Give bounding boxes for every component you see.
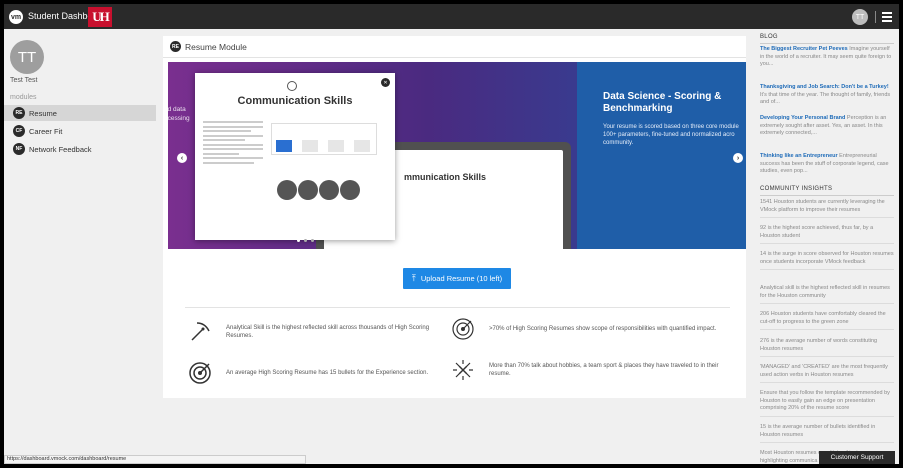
pickaxe-icon: [191, 322, 210, 341]
current-slide: Data Science - Scoring & Benchmarking Yo…: [577, 62, 746, 249]
blog-post-title[interactable]: Thanksgiving and Job Search: Don't be a …: [760, 84, 889, 90]
sidebar-item-network-feedback[interactable]: NF Network Feedback: [4, 141, 156, 157]
module-header: RE Resume Module: [163, 36, 746, 58]
resume-badge-icon: RE: [13, 107, 25, 119]
blog-post-title[interactable]: Developing Your Personal Brand: [760, 115, 845, 121]
community-insight: Analytical skill is the highest reflecte…: [760, 285, 894, 304]
blog-post-title[interactable]: The Biggest Recruiter Pet Peeves: [760, 46, 848, 52]
sidebar-item-resume[interactable]: RE Resume: [4, 105, 156, 121]
insight-item: Analytical Skill is the highest reflecte…: [188, 320, 443, 344]
slide-text: Your resume is scored based on three cor…: [603, 124, 739, 146]
preview-bar: [354, 140, 370, 152]
close-icon: ✕: [381, 78, 390, 87]
insight-text: Analytical Skill is the highest reflecte…: [226, 325, 430, 339]
sidebar-item-label: Resume: [29, 108, 57, 118]
community-insight: 206 Houston students have comfortably cl…: [760, 311, 894, 330]
gear-icon: [287, 81, 297, 91]
laptop-screen-title: mmunication Skills: [404, 172, 487, 182]
hamburger-menu-icon[interactable]: [882, 12, 892, 22]
user-avatar: TT: [10, 40, 44, 74]
career-fit-badge-icon: CF: [13, 125, 25, 137]
vmock-logo[interactable]: vm: [9, 10, 23, 24]
slide-title: Data Science - Scoring & Benchmarking: [603, 91, 722, 114]
preview-bar-panel: [271, 123, 377, 155]
blog-post-excerpt: It's that time of the year. The thought …: [760, 91, 891, 106]
blog-heading: BLOG: [760, 34, 778, 40]
insight-text: >70% of High Scoring Resumes show scope …: [489, 326, 717, 332]
divider: [760, 43, 894, 44]
left-sidebar: TT Test Test modules RE Resume CF Career…: [4, 29, 156, 464]
divider: [875, 11, 876, 23]
resume-module-card: RE Resume Module ed data ocessing mmunic…: [163, 36, 746, 398]
customer-support-button[interactable]: Customer Support: [819, 451, 895, 464]
divider: [760, 195, 894, 196]
preview-bar: [328, 140, 344, 152]
insight-item: More than 70% talk about hobbies, a team…: [451, 358, 731, 382]
community-insight: 'MANAGED' and 'CREATED' are the most fre…: [760, 364, 894, 383]
dartboard-icon: [189, 362, 211, 384]
community-insights-heading: COMMUNITY INSIGHTS: [760, 186, 833, 192]
community-insight: 92 is the highest score achieved, thus f…: [760, 225, 894, 244]
module-title: Resume Module: [185, 42, 247, 52]
modules-label: modules: [10, 94, 37, 101]
upload-icon: ⤒: [411, 273, 416, 283]
preview-title: Communication Skills: [237, 95, 353, 107]
previous-slide-text: ed data ocessing: [168, 106, 190, 122]
carousel-dots[interactable]: [297, 229, 318, 247]
community-insight: 15 is the average number of bullets iden…: [760, 424, 894, 443]
preview-bar: [276, 140, 292, 152]
app-frame: vm Student Dashboard UH TT TT Test Test …: [4, 4, 899, 464]
blog-post[interactable]: Thinking like an Entrepreneur Entreprene…: [760, 153, 894, 176]
community-insight: 276 is the average number of words const…: [760, 338, 894, 357]
community-insight: 1541 Houston students are currently leve…: [760, 199, 894, 218]
insight-text: More than 70% talk about hobbies, a team…: [489, 363, 719, 377]
user-name: Test Test: [10, 77, 38, 84]
preview-text-lines: [203, 121, 263, 166]
network-feedback-badge-icon: NF: [13, 143, 25, 155]
blog-post[interactable]: Thanksgiving and Job Search: Don't be a …: [760, 84, 894, 107]
target-badge-icon: [452, 318, 474, 340]
sparkle-badge-icon: [453, 360, 473, 380]
top-bar: vm Student Dashboard UH TT: [4, 4, 899, 29]
chevron-left-icon[interactable]: ‹: [177, 153, 187, 163]
resume-badge-icon: RE: [170, 41, 181, 52]
divider: [185, 307, 730, 308]
upload-resume-button[interactable]: ⤒ Upload Resume (10 left): [403, 268, 511, 289]
community-insight: Ensure that you follow the template reco…: [760, 390, 894, 417]
blog-post[interactable]: Developing Your Personal Brand Perceptio…: [760, 115, 894, 138]
preview-skill-circles: [277, 180, 361, 205]
insight-text: An average High Scoring Resume has 15 bu…: [226, 370, 429, 376]
upload-resume-label: Upload Resume (10 left): [420, 274, 503, 283]
preview-bar: [302, 140, 318, 152]
chevron-right-icon[interactable]: ›: [733, 153, 743, 163]
sidebar-item-label: Career Fit: [29, 126, 63, 136]
communication-skills-preview: ✕ Communication Skills: [195, 73, 395, 240]
user-avatar-button[interactable]: TT: [852, 9, 868, 25]
community-insight: 14 is the surge in score observed for Ho…: [760, 251, 894, 270]
blog-post-title[interactable]: Thinking like an Entrepreneur: [760, 153, 838, 159]
uh-logo[interactable]: UH: [88, 7, 112, 27]
feature-carousel[interactable]: ed data ocessing mmunication Skills ✕ Co…: [168, 62, 746, 249]
right-sidebar: BLOG The Biggest Recruiter Pet Peeves Im…: [756, 29, 899, 464]
sidebar-item-career-fit[interactable]: CF Career Fit: [4, 123, 156, 139]
insight-item: >70% of High Scoring Resumes show scope …: [451, 317, 731, 341]
status-bar-url: https://dashboard.vmock.com/dashboard/re…: [4, 455, 306, 464]
insight-item: An average High Scoring Resume has 15 bu…: [188, 361, 443, 385]
blog-post[interactable]: The Biggest Recruiter Pet Peeves Imagine…: [760, 46, 894, 69]
sidebar-item-label: Network Feedback: [29, 144, 92, 154]
